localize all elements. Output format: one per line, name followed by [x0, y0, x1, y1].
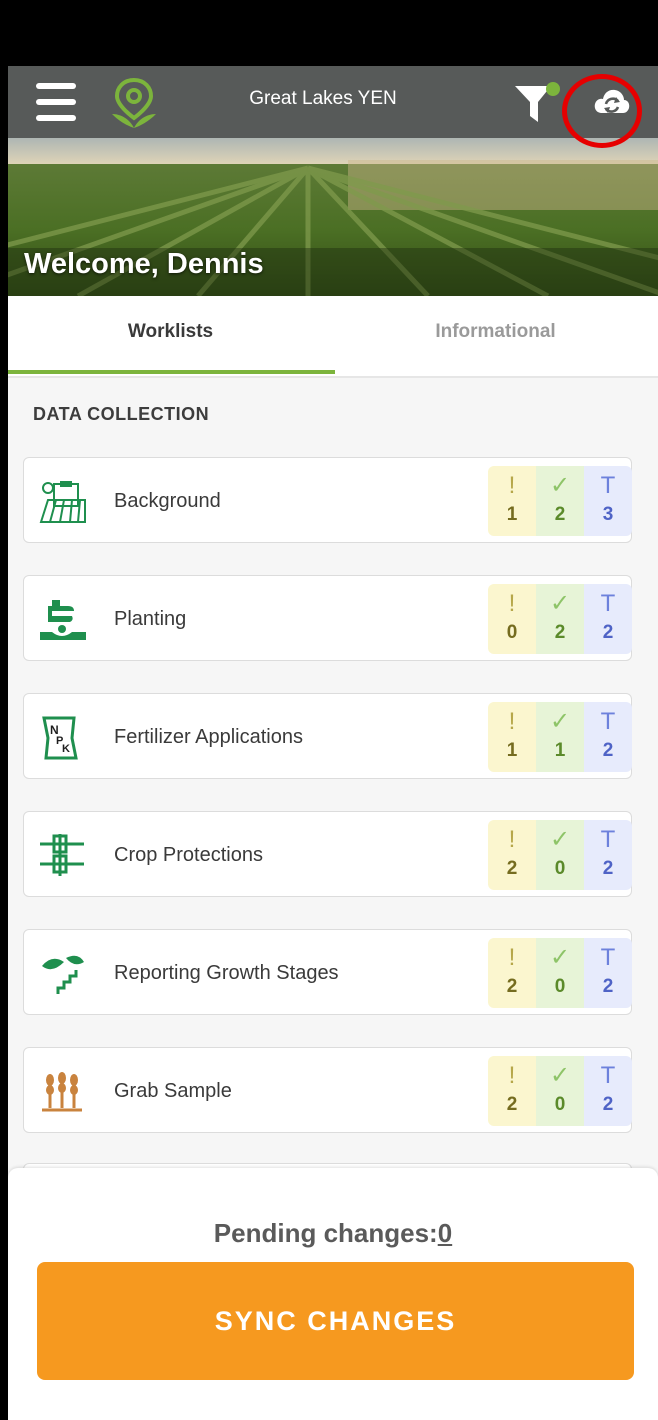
- worklist-card-background[interactable]: Background ! 1 ✓ 2 T3: [23, 457, 632, 543]
- worklist-card-crop-protections[interactable]: Crop Protections ! 2 ✓ 0 T2: [23, 811, 632, 897]
- pending-changes-label: Pending changes:: [213, 1218, 438, 1248]
- filter-icon[interactable]: [511, 80, 561, 126]
- svg-text:K: K: [62, 743, 70, 755]
- pending-count: ! 2: [488, 938, 536, 1008]
- cloud-sync-icon[interactable]: [592, 83, 632, 121]
- tab-worklists[interactable]: Worklists: [8, 296, 335, 374]
- pending-count: ! 2: [488, 820, 536, 890]
- done-count: ✓ 0: [536, 820, 584, 890]
- device-frame: [0, 0, 8, 1420]
- worklist-label: Grab Sample: [114, 1080, 232, 1102]
- status-counts: ! 2 ✓ 0 T2: [488, 820, 632, 890]
- location-leaf-logo-icon: [112, 77, 156, 128]
- worklist-card-planting[interactable]: Planting ! 0 ✓ 2 T2: [23, 575, 632, 661]
- fertilizer-bag-icon: N P K: [42, 716, 78, 760]
- status-counts: ! 2 ✓ 0 T2: [488, 1056, 632, 1126]
- tab-bar: Worklists Informational: [8, 296, 658, 378]
- section-title: DATA COLLECTION: [33, 404, 210, 424]
- wheat-sample-icon: [42, 1072, 82, 1112]
- field-checklist-icon: [39, 481, 86, 523]
- worklist-label: Reporting Growth Stages: [114, 962, 339, 984]
- status-counts: ! 2 ✓ 0 T2: [488, 938, 632, 1008]
- app-title: Great Lakes YEN: [249, 88, 397, 109]
- pending-changes-count: 0: [437, 1218, 453, 1248]
- sync-panel: Pending changes:0 SYNC CHANGES: [8, 1168, 658, 1420]
- worklist-label: Fertilizer Applications: [114, 726, 303, 748]
- done-count: ✓ 1: [536, 702, 584, 772]
- status-bar: [8, 0, 658, 66]
- welcome-heading: Welcome, Dennis: [24, 248, 264, 280]
- sync-changes-button[interactable]: SYNC CHANGES: [37, 1262, 634, 1380]
- worklist-label: Planting: [114, 608, 187, 630]
- tab-informational[interactable]: Informational: [333, 296, 658, 374]
- pending-count: ! 2: [488, 1056, 536, 1126]
- worklist-label: Background: [114, 490, 221, 512]
- hamburger-menu-icon[interactable]: [36, 83, 76, 121]
- done-count: ✓ 2: [536, 584, 584, 654]
- total-count: T2: [584, 938, 632, 1008]
- pending-count: ! 1: [488, 702, 536, 772]
- total-count: T2: [584, 820, 632, 890]
- status-counts: ! 1 ✓ 2 T3: [488, 466, 632, 536]
- worklist-card-grab-sample[interactable]: Grab Sample ! 2 ✓ 0 T2: [23, 1047, 632, 1133]
- worklist-card-fertilizer[interactable]: N P K Fertilizer Applications ! 1 ✓ 1 T2: [23, 693, 632, 779]
- app-screen: Great Lakes YEN Welcome, Dennis Worklist…: [8, 0, 658, 1420]
- pending-count: ! 1: [488, 466, 536, 536]
- worklist-card-growth-stages[interactable]: Reporting Growth Stages ! 2 ✓ 0 T2: [23, 929, 632, 1015]
- app-bar: Great Lakes YEN: [8, 66, 658, 138]
- done-count: ✓ 0: [536, 1056, 584, 1126]
- total-count: T2: [584, 1056, 632, 1126]
- pending-changes: Pending changes:0: [8, 1218, 658, 1249]
- sprayer-icon: [40, 834, 84, 876]
- done-count: ✓ 0: [536, 938, 584, 1008]
- worklist-label: Crop Protections: [114, 844, 263, 866]
- total-count: T2: [584, 584, 632, 654]
- planting-hand-icon: [40, 600, 86, 640]
- pending-count: ! 0: [488, 584, 536, 654]
- growth-stages-icon: [42, 955, 84, 994]
- total-count: T2: [584, 702, 632, 772]
- done-count: ✓ 2: [536, 466, 584, 536]
- total-count: T3: [584, 466, 632, 536]
- status-counts: ! 1 ✓ 1 T2: [488, 702, 632, 772]
- status-counts: ! 0 ✓ 2 T2: [488, 584, 632, 654]
